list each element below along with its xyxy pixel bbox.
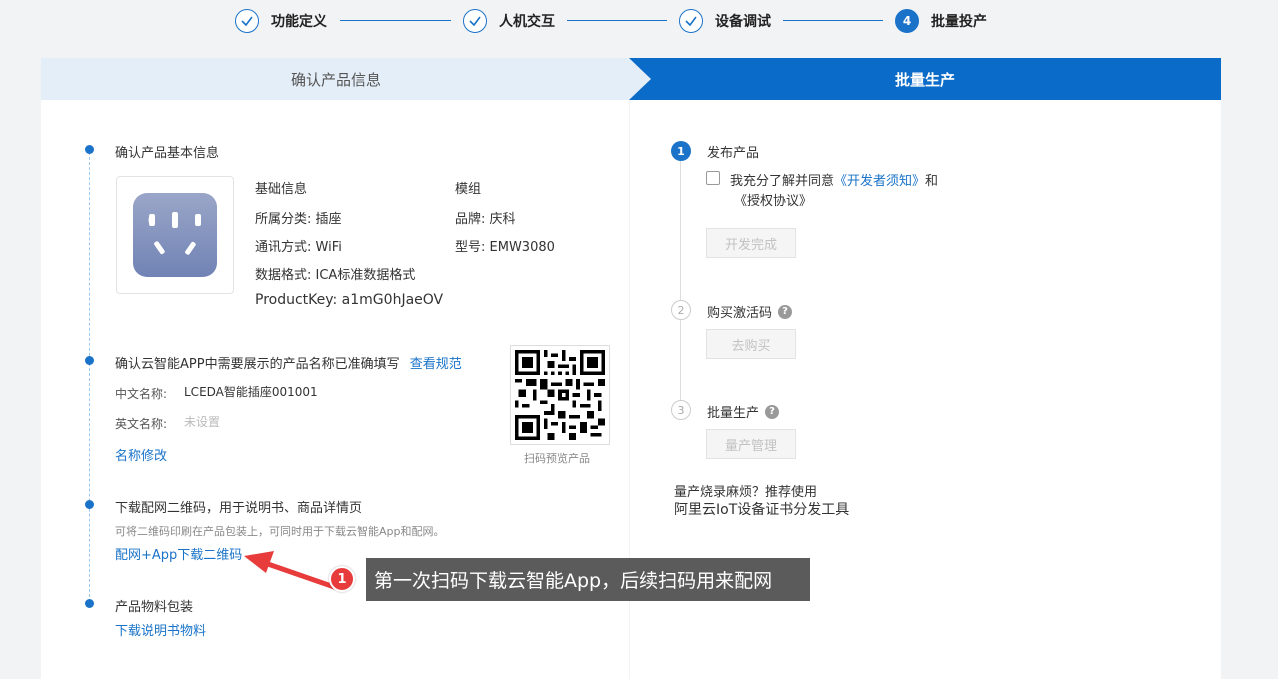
dev-notice-link[interactable]: 《开发者须知》 bbox=[834, 174, 925, 189]
model-text: 型号: EMW3080 bbox=[455, 240, 555, 255]
dev-complete-button[interactable]: 开发完成 bbox=[706, 228, 796, 258]
cn-name-value: LCEDA智能插座001001 bbox=[184, 385, 318, 399]
qr-code-image bbox=[515, 350, 605, 440]
agree-text: 我充分了解并同意《开发者须知》和 bbox=[730, 170, 938, 189]
section-title: 下载配网二维码，用于说明书、商品详情页 bbox=[115, 501, 363, 516]
step-label: 人机交互 bbox=[499, 14, 555, 30]
tab-mass-production[interactable]: 批量生产 bbox=[629, 58, 1221, 100]
timeline-dot bbox=[85, 599, 94, 608]
en-name-label: 英文名称: bbox=[115, 417, 168, 431]
en-name-value: 未设置 bbox=[184, 415, 221, 429]
license-link[interactable]: 《授权协议》 bbox=[734, 190, 812, 209]
buy-code-title: 购买激活码 ? bbox=[707, 302, 793, 321]
section-title-text: 确认云智能APP中需要展示的产品名称已准确填写 bbox=[115, 357, 400, 372]
category-text: 所属分类: 插座 bbox=[255, 212, 342, 227]
view-spec-link[interactable]: 查看规范 bbox=[410, 357, 462, 372]
step-number: 2 bbox=[671, 300, 691, 320]
tab-bar: 确认产品信息 批量生产 bbox=[41, 58, 1221, 100]
step-connector bbox=[567, 20, 667, 21]
help-icon[interactable]: ? bbox=[778, 304, 793, 319]
help-icon[interactable]: ? bbox=[765, 404, 780, 419]
product-key-text: ProductKey: a1mG0hJaeOV bbox=[255, 292, 444, 308]
timeline-dot bbox=[85, 500, 94, 509]
agree-and: 和 bbox=[925, 174, 939, 189]
download-qr-link[interactable]: 配网+App下载二维码 bbox=[115, 544, 242, 563]
buy-code-title-text: 购买激活码 bbox=[707, 306, 773, 321]
step-connector bbox=[783, 20, 883, 21]
annotation-tooltip: 第一次扫码下载云智能App，后续扫码用来配网 bbox=[366, 558, 810, 601]
step-number: 4 bbox=[895, 9, 919, 33]
check-icon bbox=[679, 9, 703, 33]
step-number: 3 bbox=[671, 400, 691, 420]
buy-button[interactable]: 去购买 bbox=[706, 329, 796, 359]
tip-text: 量产烧录麻烦？推荐使用 bbox=[674, 485, 818, 500]
agree-prefix: 我充分了解并同意 bbox=[730, 174, 835, 189]
module-heading: 模组 bbox=[455, 182, 482, 197]
qr-caption: 扫码预览产品 bbox=[524, 452, 590, 465]
brand-text: 品牌: 庆科 bbox=[455, 212, 516, 227]
comm-text: 通讯方式: WiFi bbox=[255, 240, 342, 255]
step-line bbox=[680, 160, 681, 300]
cert-tool-link[interactable]: 阿里云IoT设备证书分发工具 bbox=[674, 499, 849, 519]
edit-name-link[interactable]: 名称修改 bbox=[115, 445, 167, 464]
annotation-badge: 1 bbox=[329, 566, 355, 592]
mass-production-title: 批量生产 ? bbox=[707, 402, 780, 421]
production-manage-button[interactable]: 量产管理 bbox=[706, 429, 796, 459]
section-title: 产品物料包装 bbox=[115, 600, 194, 615]
download-manual-link[interactable]: 下载说明书物料 bbox=[115, 620, 206, 639]
step-function-definition[interactable]: 功能定义 bbox=[235, 8, 327, 34]
step-label: 设备调试 bbox=[715, 14, 771, 30]
step-hmi[interactable]: 人机交互 bbox=[463, 8, 555, 34]
step-line bbox=[680, 320, 681, 400]
step-number: 1 bbox=[671, 141, 691, 161]
check-icon bbox=[235, 9, 259, 33]
mass-production-title-text: 批量生产 bbox=[707, 406, 760, 421]
section-desc: 可将二维码印刷在产品包装上，可同时用于下载云智能App和配网。 bbox=[115, 525, 445, 538]
step-label: 功能定义 bbox=[271, 14, 327, 30]
basic-info-heading: 基础信息 bbox=[255, 182, 308, 197]
agree-checkbox[interactable] bbox=[706, 171, 720, 185]
product-image bbox=[116, 176, 234, 294]
progress-stepper: 功能定义 人机交互 设备调试 4 批量投产 bbox=[0, 0, 1278, 44]
step-mass-production[interactable]: 4 批量投产 bbox=[895, 8, 987, 34]
step-label: 批量投产 bbox=[931, 14, 987, 30]
step-device-debug[interactable]: 设备调试 bbox=[679, 8, 771, 34]
timeline-line bbox=[89, 152, 90, 602]
cn-name-label: 中文名称: bbox=[115, 387, 168, 401]
step-connector bbox=[340, 20, 451, 21]
tab-arrow bbox=[629, 58, 651, 100]
timeline-dot bbox=[85, 145, 94, 154]
timeline-dot bbox=[85, 356, 94, 365]
socket-icon bbox=[133, 193, 217, 277]
section-title: 确认产品基本信息 bbox=[115, 146, 220, 161]
data-format-text: 数据格式: ICA标准数据格式 bbox=[255, 268, 416, 283]
qr-code bbox=[510, 345, 610, 445]
check-icon bbox=[463, 9, 487, 33]
section-title: 确认云智能APP中需要展示的产品名称已准确填写 查看规范 bbox=[115, 353, 462, 372]
publish-title: 发布产品 bbox=[707, 146, 760, 161]
tab-confirm-product-info[interactable]: 确认产品信息 bbox=[41, 58, 631, 100]
